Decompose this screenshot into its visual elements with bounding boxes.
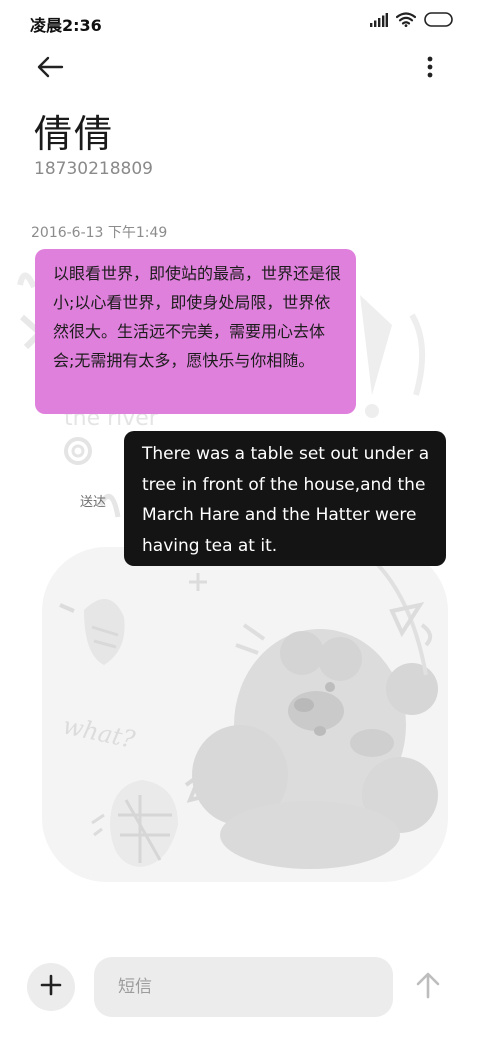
arrow-left-icon <box>36 56 64 82</box>
contact-name: 倩倩 <box>34 112 115 156</box>
wifi-icon <box>395 11 417 31</box>
back-button[interactable] <box>30 52 70 86</box>
received-message-bubble[interactable]: 以眼看世界，即使站的最高，世界还是很小;以心看世界，即使身处局限，世界依然很大。… <box>35 249 356 414</box>
status-icons <box>370 11 454 31</box>
sms-conversation-screen: 凌晨2:36 倩倩 18730218809 the river what? 20… <box>0 0 480 1040</box>
message-input[interactable] <box>94 957 393 1017</box>
more-vertical-icon <box>426 56 434 82</box>
contact-phone-number[interactable]: 18730218809 <box>34 158 153 180</box>
add-attachment-button[interactable] <box>27 963 75 1011</box>
battery-icon <box>424 11 454 31</box>
signal-icon <box>370 12 388 31</box>
status-time: 凌晨2:36 <box>30 16 102 35</box>
arrow-up-icon <box>415 971 441 1003</box>
send-button[interactable] <box>410 969 446 1005</box>
message-delivery-status: 送达 <box>80 495 107 510</box>
sent-message-bubble[interactable]: There was a table set out under a tree i… <box>124 431 446 566</box>
plus-icon <box>40 974 62 1000</box>
more-options-button[interactable] <box>412 52 448 86</box>
status-bar: 凌晨2:36 <box>0 0 480 42</box>
message-timestamp: 2016-6-13 下午1:49 <box>31 225 168 241</box>
